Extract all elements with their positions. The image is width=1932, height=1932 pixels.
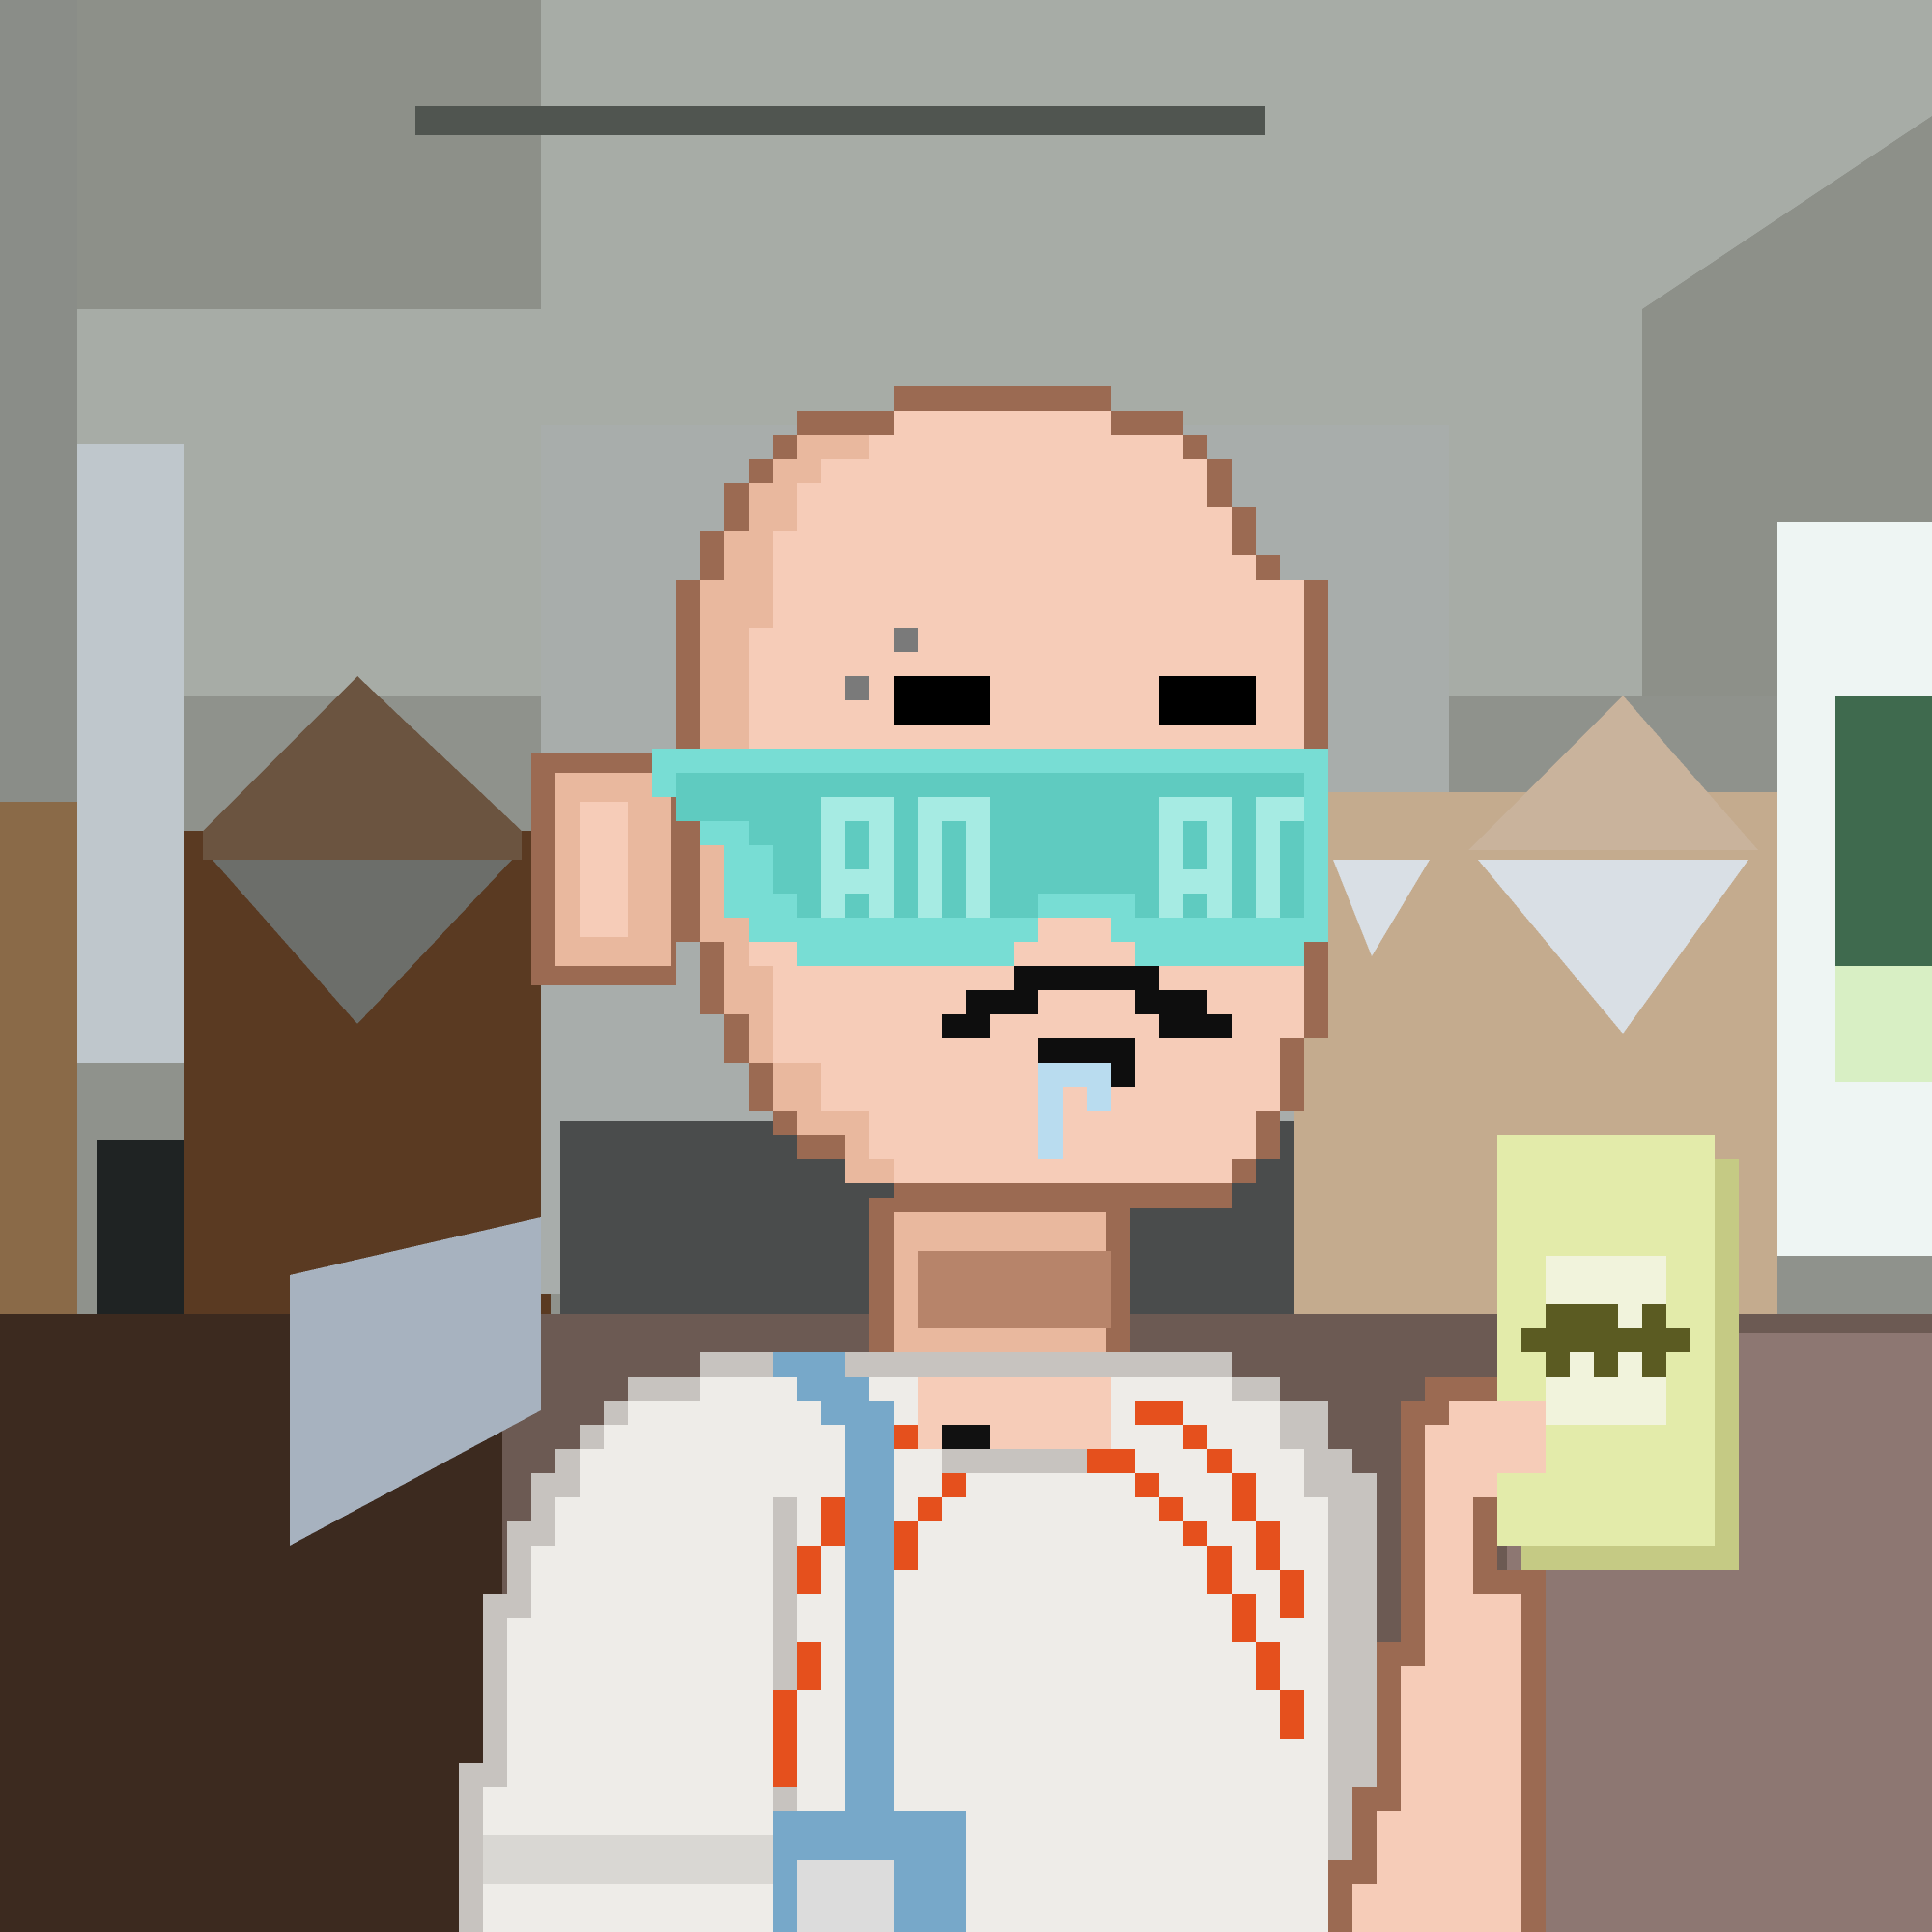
ceiling-left-slope <box>0 0 541 309</box>
right-arch <box>1468 696 1758 850</box>
strap-buckle <box>797 1860 894 1932</box>
ear-inner <box>580 802 628 937</box>
window-plants <box>1835 696 1932 985</box>
sleeve-cuff <box>483 1835 797 1884</box>
scalp-mark <box>845 676 869 700</box>
neck-shadow <box>918 1251 1111 1328</box>
left-door-arch <box>203 676 522 860</box>
left-eyebrow <box>894 676 990 724</box>
right-eyebrow <box>1159 676 1256 724</box>
goggle-strap-side <box>676 773 749 821</box>
scalp-mark <box>894 628 918 652</box>
left-window <box>77 444 184 1063</box>
collar-mark <box>942 1425 990 1449</box>
window-plants-light <box>1835 966 1932 1082</box>
dollar-icon <box>1521 1304 1690 1377</box>
pixel-art-scene: 9n 9r <box>0 0 1932 1932</box>
thumb-over-bill <box>1473 1401 1546 1473</box>
ceiling-beam <box>415 106 1265 135</box>
collar-edge <box>942 1449 1087 1473</box>
